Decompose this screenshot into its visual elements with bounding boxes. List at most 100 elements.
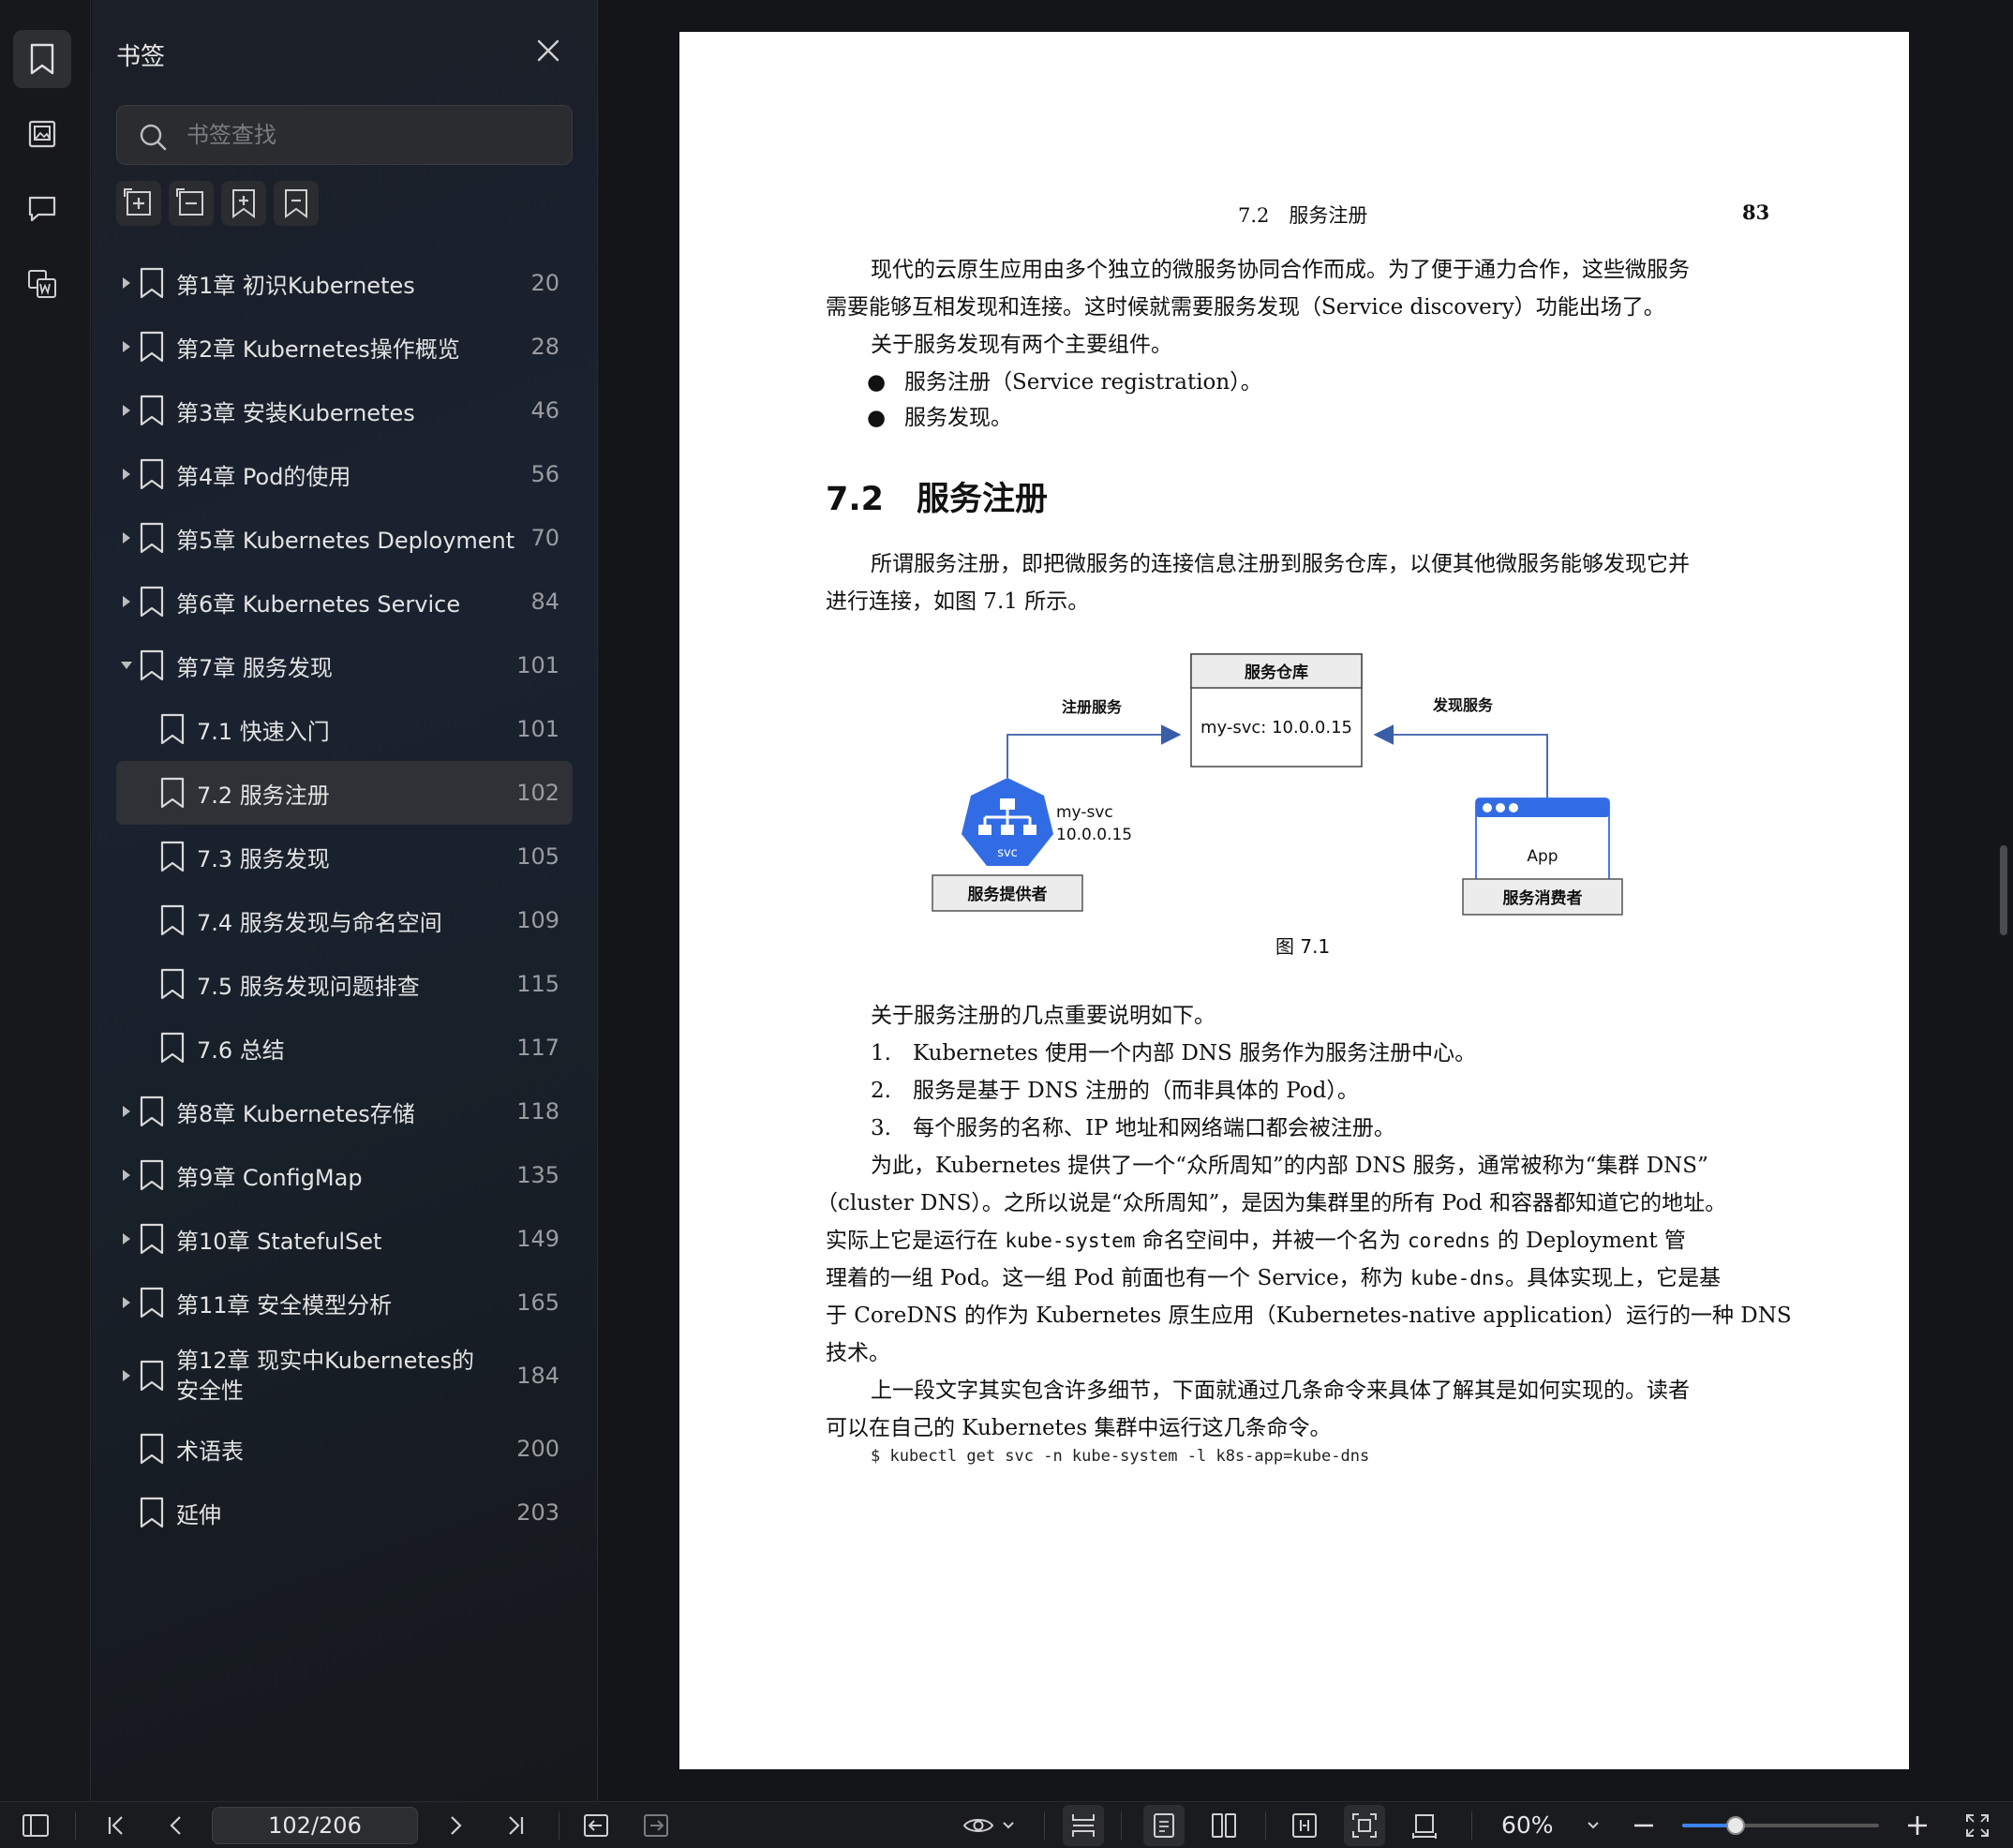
bookmark-item[interactable]: 第11章 安全模型分析 165 <box>116 1271 573 1334</box>
close-panel-button[interactable] <box>535 37 565 67</box>
chevron-down-icon <box>1588 1822 1599 1829</box>
bookmark-item[interactable]: 7.3 服务发现 105 <box>116 825 573 888</box>
paragraph-text: 于 CoreDNS 的作为 Kubernetes 原生应用（Kubernetes… <box>826 1304 1792 1328</box>
bookmark-item[interactable]: 术语表 200 <box>116 1417 573 1481</box>
bookmark-item[interactable]: 第12章 现实中Kubernetes的安全性 184 <box>116 1334 573 1417</box>
add-bookmark-icon <box>232 189 255 218</box>
page-number-input[interactable]: 102/206 <box>212 1807 418 1844</box>
bookmark-search-input[interactable] <box>186 106 561 164</box>
divider <box>1265 1811 1266 1840</box>
remove-bookmark-icon <box>285 189 307 218</box>
zoom-out-button[interactable] <box>1627 1807 1661 1844</box>
caret-right-icon[interactable] <box>120 404 133 417</box>
zoom-slider-knob[interactable] <box>1725 1816 1745 1835</box>
previous-page-button[interactable] <box>157 1807 195 1844</box>
history-forward-button[interactable] <box>637 1807 675 1844</box>
bookmark-item[interactable]: 第9章 ConfigMap 135 <box>116 1143 573 1207</box>
register-arrow <box>1006 724 1182 778</box>
bookmark-item[interactable]: 第8章 Kubernetes存储 118 <box>116 1080 573 1143</box>
bookmark-page: 46 <box>530 397 559 424</box>
bookmark-icon <box>160 777 185 809</box>
bookmark-item[interactable]: 第1章 初识Kubernetes 20 <box>116 251 573 315</box>
eye-icon <box>962 1819 994 1832</box>
bookmark-item[interactable]: 第4章 Pod的使用 56 <box>116 442 573 506</box>
bookmark-icon <box>140 522 164 554</box>
caret-right-icon[interactable] <box>120 531 133 544</box>
caret-down-icon[interactable] <box>120 659 133 672</box>
list-item: 1. Kubernetes 使用一个内部 DNS 服务作为服务注册中心。 <box>871 1041 1477 1066</box>
caret-right-icon[interactable] <box>120 276 133 290</box>
provider-label: 服务提供者 <box>968 885 1048 904</box>
register-label: 注册服务 <box>1062 698 1123 716</box>
expand-all-button[interactable] <box>116 181 161 226</box>
caret-right-icon[interactable] <box>120 1369 133 1382</box>
caret-right-icon[interactable] <box>120 468 133 481</box>
annotations-tab-button[interactable] <box>13 180 71 238</box>
icon-rail <box>0 0 91 1801</box>
single-page-icon <box>1154 1813 1174 1838</box>
word-export-tab-button[interactable] <box>13 255 71 313</box>
image-icon <box>28 120 56 148</box>
remove-bookmark-button[interactable] <box>274 181 319 226</box>
pdf-page: 7.2 服务注册 83 现代的云原生应用由多个独立的微服务协同合作而成。为了便于… <box>679 32 1909 1769</box>
fullscreen-button[interactable] <box>1959 1807 1996 1844</box>
thumbnails-tab-button[interactable] <box>13 105 71 163</box>
caret-right-icon[interactable] <box>120 1232 133 1245</box>
zoom-dropdown-button[interactable] <box>1582 1807 1604 1844</box>
paragraph-text: 关于服务发现有两个主要组件。 <box>871 333 1172 357</box>
bookmark-item[interactable]: 7.5 服务发现问题排查 115 <box>116 952 573 1016</box>
document-viewport[interactable]: 7.2 服务注册 83 现代的云原生应用由多个独立的微服务协同合作而成。为了便于… <box>599 0 2013 1801</box>
bookmark-item[interactable]: 第10章 StatefulSet 149 <box>116 1207 573 1271</box>
bookmark-page: 135 <box>516 1162 559 1188</box>
paragraph-text: 关于服务注册的几点重要说明如下。 <box>871 1004 1215 1028</box>
zoom-slider[interactable] <box>1682 1816 1879 1835</box>
bookmark-page: 105 <box>516 843 559 870</box>
vertical-scrollbar[interactable] <box>2000 845 2007 935</box>
bookmark-page: 184 <box>516 1363 559 1389</box>
caret-right-icon[interactable] <box>120 1296 133 1309</box>
bookmark-item[interactable]: 第6章 Kubernetes Service 84 <box>116 570 573 633</box>
continuous-scroll-button[interactable] <box>1065 1807 1102 1844</box>
paragraph-text: 需要能够互相发现和连接。这时候就需要服务发现（Service discovery… <box>826 295 1665 320</box>
actual-size-button[interactable] <box>1406 1807 1443 1844</box>
bullet-dot: ● <box>867 370 887 395</box>
bookmark-item[interactable]: 第5章 Kubernetes Deployment 70 <box>116 506 573 570</box>
bookmark-page: 70 <box>530 525 559 551</box>
bookmark-item[interactable]: 延伸 203 <box>116 1481 573 1544</box>
read-mode-dropdown[interactable] <box>960 1807 1018 1844</box>
fit-page-button[interactable] <box>1346 1807 1383 1844</box>
bookmark-icon <box>140 586 164 618</box>
bookmarks-tab-button[interactable] <box>13 30 71 88</box>
actual-size-icon <box>1412 1814 1437 1839</box>
bookmark-item[interactable]: 第3章 安装Kubernetes 46 <box>116 379 573 442</box>
add-bookmark-button[interactable] <box>221 181 266 226</box>
caret-right-icon[interactable] <box>120 340 133 353</box>
divider <box>1121 1811 1122 1840</box>
zoom-level[interactable]: 60% <box>1501 1811 1554 1839</box>
bookmark-item[interactable]: 7.6 总结 117 <box>116 1016 573 1080</box>
last-page-button[interactable] <box>497 1807 534 1844</box>
bullet-dot: ● <box>867 406 887 430</box>
toggle-sidebar-button[interactable] <box>17 1807 54 1844</box>
two-page-button[interactable] <box>1205 1807 1243 1844</box>
first-page-button[interactable] <box>97 1807 135 1844</box>
single-page-button[interactable] <box>1145 1807 1183 1844</box>
caret-right-icon[interactable] <box>120 1169 133 1182</box>
bookmark-item[interactable]: 7.2 服务注册 102 <box>116 761 573 825</box>
divider <box>1471 1811 1472 1840</box>
collapse-all-button[interactable] <box>169 181 214 226</box>
bookmark-item[interactable]: 7.1 快速入门 101 <box>116 697 573 761</box>
caret-right-icon[interactable] <box>120 595 133 608</box>
bottom-toolbar: 102/206 60% <box>0 1801 2013 1848</box>
next-page-button[interactable] <box>437 1807 474 1844</box>
history-back-button[interactable] <box>577 1807 615 1844</box>
bookmark-item[interactable]: 第2章 Kubernetes操作概览 28 <box>116 315 573 379</box>
zoom-in-button[interactable] <box>1901 1807 1934 1844</box>
bookmark-item[interactable]: 第7章 服务发现 101 <box>116 633 573 697</box>
bookmark-label: 第9章 ConfigMap <box>176 1164 363 1191</box>
bookmark-item[interactable]: 7.4 服务发现与命名空间 109 <box>116 888 573 952</box>
bookmark-page: 117 <box>516 1035 559 1061</box>
caret-right-icon[interactable] <box>120 1105 133 1118</box>
bookmark-icon <box>160 713 185 745</box>
fit-width-button[interactable] <box>1286 1807 1323 1844</box>
